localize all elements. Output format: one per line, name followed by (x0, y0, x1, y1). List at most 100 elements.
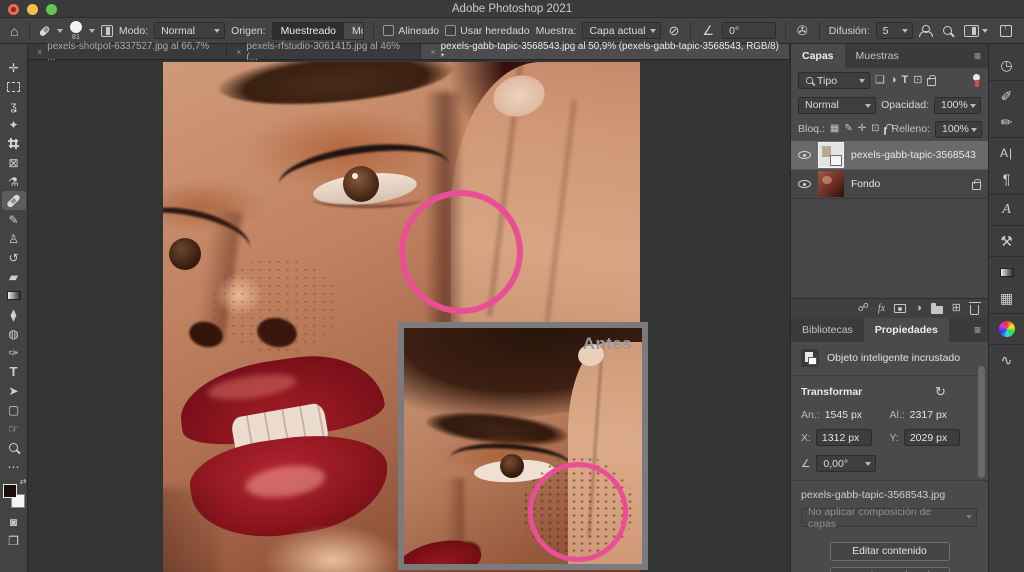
swap-colors-icon[interactable]: ⇄ (20, 477, 27, 486)
history-brush-tool[interactable]: ↺ (2, 248, 26, 267)
brush-preset-picker[interactable]: 81 (69, 20, 82, 41)
link-layers-icon[interactable]: ☍ (858, 303, 869, 314)
brush-tool[interactable]: ✎ (2, 210, 26, 229)
new-group-folder-icon[interactable] (930, 303, 943, 314)
paragraph-panel-icon[interactable]: ¶ (992, 166, 1022, 192)
dodge-tool[interactable]: ◍ (2, 324, 26, 343)
home-icon[interactable]: ⌂ (8, 24, 20, 38)
rectangular-marquee-tool[interactable] (2, 77, 26, 96)
reset-transform-icon[interactable]: ↺ (935, 384, 946, 400)
title-bar[interactable]: Adobe Photoshop 2021 (0, 0, 1024, 18)
filter-type-select[interactable]: Tipo (798, 72, 870, 89)
canvas-area[interactable]: Antes (28, 60, 790, 572)
layer-thumbnail[interactable] (818, 142, 844, 168)
minimize-window-button[interactable] (27, 4, 38, 15)
scrollbar-thumb[interactable] (978, 366, 985, 478)
screen-mode-button[interactable]: ❐ (2, 531, 26, 550)
layer-row-smart-object[interactable]: pexels-gabb-tapic-3568543 (791, 141, 988, 170)
glyphs-panel-icon[interactable]: A (992, 197, 1022, 223)
layer-visibility-eye-icon[interactable] (798, 151, 811, 159)
clone-stamp-tool[interactable]: ♙ (2, 229, 26, 248)
tab-propiedades[interactable]: Propiedades (863, 318, 949, 342)
patterns-panel-icon[interactable]: ▦ (992, 285, 1022, 311)
filter-shape-layers-icon[interactable]: ⊡ (913, 75, 922, 86)
airbrush-icon[interactable]: ✇ (795, 24, 810, 37)
tool-presets-panel-icon[interactable]: ⚒ (992, 228, 1022, 254)
workspace-switcher[interactable] (964, 24, 988, 37)
filter-pixel-layers-icon[interactable]: ❏ (875, 75, 885, 86)
tab-muestras[interactable]: Muestras (845, 44, 910, 68)
character-panel-icon[interactable]: A| (992, 140, 1022, 166)
origen-muestreado-button[interactable]: Muestreado (272, 22, 345, 39)
usar-heredado-checkbox-row[interactable]: Usar heredado (445, 25, 530, 37)
new-layer-icon[interactable]: ⊞ (952, 303, 961, 314)
lock-all-icon[interactable] (884, 123, 894, 135)
blur-tool[interactable]: ⧫ (2, 305, 26, 324)
path-selection-tool[interactable]: ➤ (2, 381, 26, 400)
quick-mask-button[interactable]: ◙ (2, 512, 26, 531)
alineado-checkbox[interactable] (383, 25, 395, 36)
eraser-tool[interactable]: ▰ (2, 267, 26, 286)
rotation-select[interactable]: 0,00° (816, 455, 877, 472)
search-icon[interactable] (943, 26, 952, 35)
edit-content-button[interactable]: Editar contenido (829, 542, 950, 561)
gradient-tool[interactable] (2, 286, 26, 305)
ignore-adjustment-layers-icon[interactable]: ⊘ (667, 24, 682, 37)
account-icon[interactable] (919, 24, 933, 37)
delete-layer-trash-icon[interactable] (968, 301, 981, 315)
zoom-tool[interactable] (2, 438, 26, 457)
type-tool[interactable]: T (2, 362, 26, 381)
paths-panel-icon[interactable]: ∿ (992, 347, 1022, 373)
y-input[interactable]: 2029 px (903, 429, 960, 446)
lock-artboard-icon[interactable]: ⊡ (871, 124, 879, 134)
layer-row-fondo[interactable]: Fondo (791, 170, 988, 199)
filter-smart-objects-icon[interactable] (927, 75, 937, 86)
healing-brush-tool-icon[interactable] (39, 24, 52, 37)
layer-thumbnail[interactable] (818, 171, 844, 197)
panel-menu-icon[interactable]: ≡ (974, 44, 988, 68)
difusion-select[interactable]: 5 (875, 22, 913, 39)
share-icon[interactable] (1000, 22, 1012, 37)
blend-mode-select[interactable]: Normal (798, 96, 877, 114)
filter-adjustment-layers-icon[interactable]: ◑ (890, 75, 897, 86)
hand-tool[interactable]: ☞ (2, 419, 26, 438)
layer-visibility-eye-icon[interactable] (798, 180, 811, 188)
tab-capas[interactable]: Capas (791, 44, 845, 68)
edit-toolbar-button[interactable]: ⋯ (2, 457, 26, 476)
lasso-tool[interactable]: ʓ (2, 96, 26, 115)
chevron-down-icon[interactable] (88, 28, 95, 33)
brush-settings-panel-icon[interactable]: ✐ (992, 83, 1022, 109)
chevron-down-icon[interactable] (56, 28, 63, 33)
frame-tool[interactable]: ⊠ (2, 153, 26, 172)
convert-to-linked-button[interactable]: Convertir en enlazado... (829, 567, 950, 572)
zoom-window-button[interactable] (46, 4, 57, 15)
close-icon[interactable]: × (37, 47, 42, 57)
alineado-checkbox-row[interactable]: Alineado (383, 25, 439, 37)
toggle-brush-panel-icon[interactable] (100, 24, 113, 37)
opacity-select[interactable]: 100% (934, 96, 981, 114)
spot-healing-brush-tool[interactable] (1, 191, 26, 210)
origen-motivo-button[interactable]: Motivo (344, 22, 364, 39)
close-icon[interactable]: × (430, 47, 435, 57)
muestra-select[interactable]: Capa actual (582, 22, 661, 39)
object-selection-tool[interactable]: ✦ (2, 115, 26, 134)
foreground-color-swatch[interactable] (2, 484, 17, 498)
doc-tab-3-active[interactable]: × pexels-gabb-tapic-3568543.jpg al 50,9%… (421, 41, 790, 63)
add-mask-icon[interactable] (894, 304, 907, 313)
color-panel-icon[interactable] (992, 316, 1022, 342)
brush-angle-input[interactable]: 0° (722, 22, 776, 39)
modo-select[interactable]: Normal (154, 22, 226, 39)
close-window-button[interactable] (8, 4, 19, 15)
lock-pixels-icon[interactable]: ✎ (844, 124, 852, 134)
usar-heredado-checkbox[interactable] (445, 25, 457, 36)
doc-tab-2[interactable]: × pexels-rfstudio-3061415.jpg al 46% (..… (227, 41, 422, 63)
shape-tool[interactable]: ▢ (2, 400, 26, 419)
close-icon[interactable]: × (236, 47, 241, 57)
adjustment-layer-icon[interactable]: ◑ (915, 303, 922, 314)
x-input[interactable]: 1312 px (815, 429, 872, 446)
lock-transparency-icon[interactable]: ▦ (830, 124, 839, 134)
filter-toggle-pin-icon[interactable] (972, 74, 981, 87)
panel-menu-icon[interactable]: ≡ (974, 318, 988, 342)
doc-tab-1[interactable]: × pexels-shotpot-6337527.jpg al 66,7% ..… (28, 41, 228, 63)
lock-position-icon[interactable]: ✛ (858, 124, 866, 134)
